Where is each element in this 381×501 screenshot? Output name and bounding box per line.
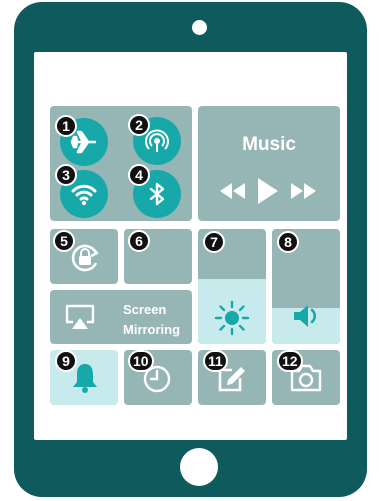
screen-mirroring-button[interactable]: Screen Mirroring [50,290,192,344]
badge-silent: 9 [55,350,77,372]
bluetooth-icon [149,182,165,206]
sun-icon [214,300,250,336]
rewind-icon[interactable] [217,181,247,201]
fast-forward-icon[interactable] [289,181,319,201]
wifi-icon [71,184,97,206]
badge-airdrop: 2 [128,114,150,136]
airplay-icon [65,304,95,329]
badge-notes: 11 [203,350,228,372]
badge-rotation-lock: 5 [53,230,75,252]
speaker-icon [294,305,316,327]
badge-brightness: 7 [203,231,225,253]
badge-volume: 8 [277,231,299,253]
front-camera [192,20,207,35]
music-title: Music [242,134,296,155]
music-tile[interactable]: Music [198,106,340,221]
home-button[interactable] [180,448,218,486]
screen-mirroring-label: Screen Mirroring [123,300,180,340]
badge-airplane: 1 [55,115,77,137]
screen-mirroring-line1: Screen [123,302,167,317]
screen-mirroring-line2: Mirroring [123,322,181,337]
play-icon[interactable] [256,177,280,205]
badge-bluetooth: 4 [128,164,150,186]
badge-do-not-disturb: 6 [128,230,150,252]
badge-camera: 12 [277,350,303,372]
badge-wifi: 3 [55,164,77,186]
badge-timer: 10 [128,350,154,372]
